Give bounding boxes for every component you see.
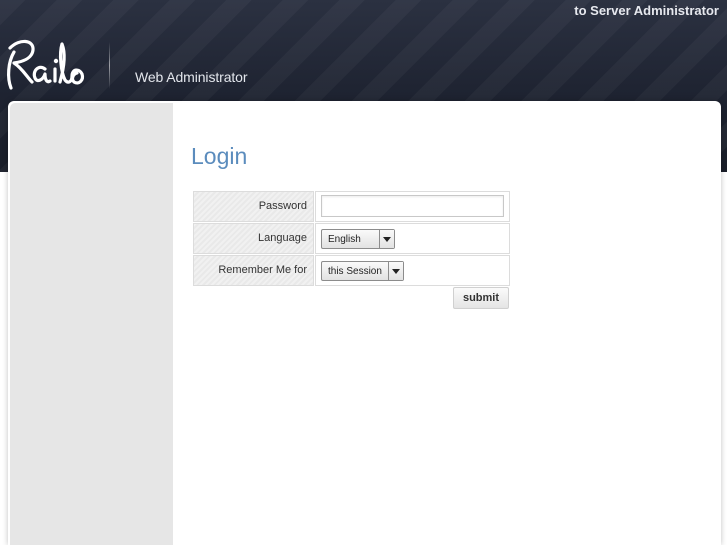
logo-divider xyxy=(109,42,110,89)
password-row: Password xyxy=(193,191,510,222)
language-value-cell: English xyxy=(315,223,510,254)
remember-label-cell: Remember Me for xyxy=(193,255,314,286)
app-title: Web Administrator xyxy=(135,69,248,85)
remember-label: Remember Me for xyxy=(218,264,307,276)
language-row: Language English xyxy=(193,223,510,254)
remember-selected-value: this Session xyxy=(328,266,382,277)
submit-button[interactable]: submit xyxy=(453,287,509,309)
language-label: Language xyxy=(258,232,307,244)
page-title: Login xyxy=(191,143,248,169)
main-content xyxy=(173,103,710,545)
server-administrator-link[interactable]: to Server Administrator xyxy=(574,3,719,18)
language-select[interactable]: English xyxy=(321,229,395,249)
password-label: Password xyxy=(258,200,307,212)
password-value-cell xyxy=(315,191,510,222)
remember-row: Remember Me for this Session xyxy=(193,255,510,286)
chevron-down-icon[interactable] xyxy=(388,262,403,280)
password-label-cell: Password xyxy=(193,191,314,222)
remember-select[interactable]: this Session xyxy=(321,261,404,281)
language-label-cell: Language xyxy=(193,223,314,254)
chevron-down-icon[interactable] xyxy=(379,230,394,248)
remember-value-cell: this Session xyxy=(315,255,510,286)
sidebar xyxy=(10,103,173,545)
language-selected-value: English xyxy=(328,234,361,245)
railo-logo-icon[interactable] xyxy=(2,32,88,94)
password-input[interactable] xyxy=(321,195,504,217)
